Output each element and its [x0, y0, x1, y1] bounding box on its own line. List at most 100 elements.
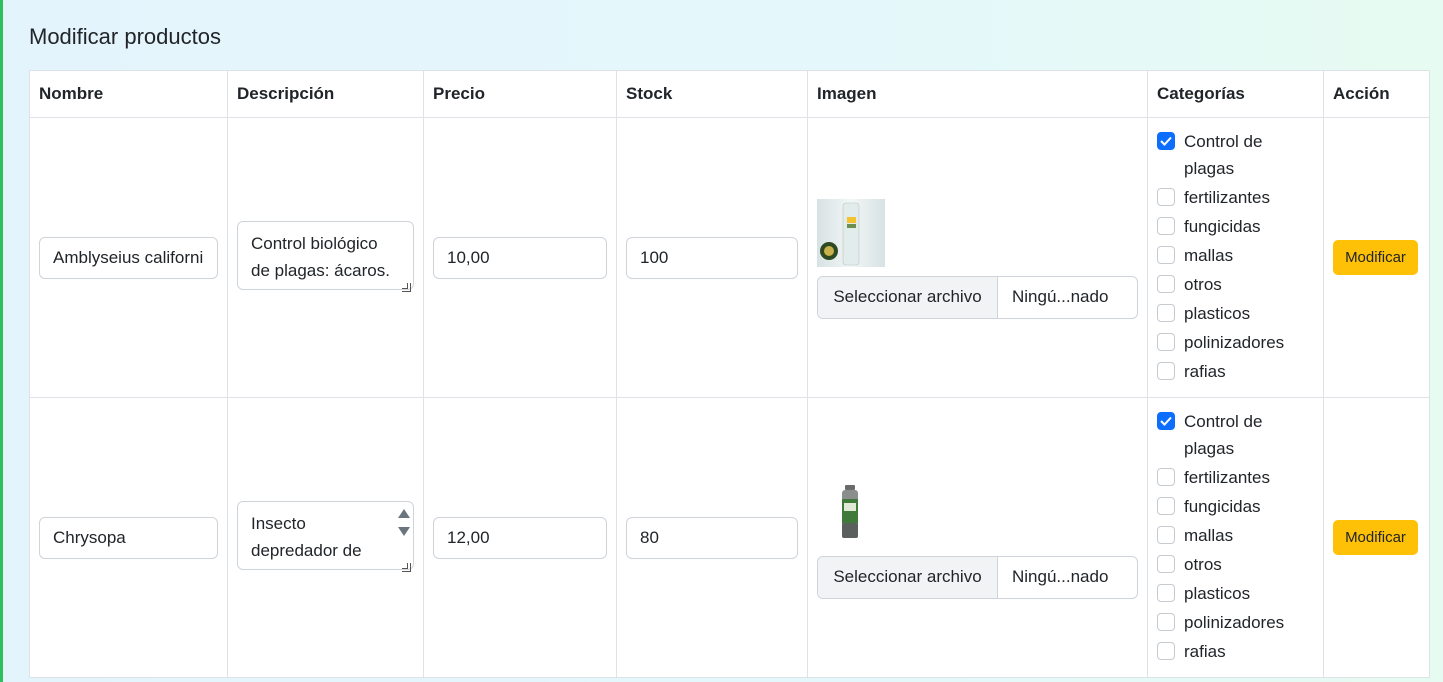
- category-label: polinizadores: [1184, 333, 1285, 352]
- textarea-scrollbar[interactable]: [397, 507, 411, 541]
- category-checkbox[interactable]: [1157, 584, 1175, 602]
- category-item[interactable]: Control de plagas: [1157, 128, 1314, 182]
- cell-descripcion: Insecto depredador de áfidos: [227, 397, 424, 678]
- cell-stock: [616, 117, 808, 398]
- category-checkbox[interactable]: [1157, 275, 1175, 293]
- category-checkbox[interactable]: [1157, 132, 1175, 150]
- category-label: mallas: [1184, 526, 1234, 545]
- category-label: mallas: [1184, 246, 1234, 265]
- cell-stock: [616, 397, 808, 678]
- category-list: Control de plagas fertilizantes fungicid…: [1157, 128, 1314, 385]
- category-item[interactable]: mallas: [1157, 522, 1314, 549]
- column-header-precio: Precio: [423, 70, 617, 118]
- resize-handle-icon[interactable]: [402, 282, 411, 292]
- category-item[interactable]: fertilizantes: [1157, 464, 1314, 491]
- modify-button[interactable]: Modificar: [1333, 520, 1418, 555]
- check-icon: [1160, 416, 1172, 426]
- precio-input[interactable]: [433, 516, 607, 559]
- category-item[interactable]: otros: [1157, 551, 1314, 578]
- category-label: otros: [1184, 555, 1222, 574]
- category-checkbox[interactable]: [1157, 217, 1175, 235]
- category-label: polinizadores: [1184, 613, 1285, 632]
- cell-accion: Modificar: [1323, 117, 1430, 398]
- cell-categorias: Control de plagas fertilizantes fungicid…: [1147, 117, 1324, 398]
- category-label: fungicidas: [1184, 217, 1261, 236]
- cell-precio: [423, 397, 617, 678]
- stock-input[interactable]: [626, 516, 798, 559]
- category-label: fertilizantes: [1184, 188, 1270, 207]
- category-checkbox[interactable]: [1157, 497, 1175, 515]
- category-item[interactable]: rafias: [1157, 638, 1314, 665]
- table-row: Insecto depredador de áfidos: [29, 397, 1430, 678]
- category-item[interactable]: Control de plagas: [1157, 408, 1314, 462]
- category-checkbox[interactable]: [1157, 468, 1175, 486]
- file-name-label: Ningú...nado: [1012, 287, 1109, 306]
- category-item[interactable]: polinizadores: [1157, 609, 1314, 636]
- category-label: plasticos: [1184, 584, 1251, 603]
- cell-descripcion: Control biológico de plagas: ácaros.: [227, 117, 424, 398]
- descripcion-textarea[interactable]: Control biológico de plagas: ácaros.: [237, 220, 414, 290]
- category-checkbox[interactable]: [1157, 188, 1175, 206]
- modify-button[interactable]: Modificar: [1333, 240, 1418, 275]
- category-item[interactable]: plasticos: [1157, 580, 1314, 607]
- product-bottle-image: [817, 198, 885, 267]
- category-checkbox[interactable]: [1157, 526, 1175, 544]
- category-item[interactable]: mallas: [1157, 242, 1314, 269]
- category-item[interactable]: fungicidas: [1157, 213, 1314, 240]
- category-checkbox[interactable]: [1157, 304, 1175, 322]
- scroll-up-icon[interactable]: [398, 508, 410, 518]
- category-list: Control de plagas fertilizantes fungicid…: [1157, 408, 1314, 665]
- table-header-row: Nombre Descripción Precio Stock Imagen C…: [29, 70, 1430, 118]
- descripcion-textarea[interactable]: Insecto depredador de áfidos: [237, 500, 414, 570]
- product-bottle-image: [817, 478, 885, 547]
- category-checkbox[interactable]: [1157, 412, 1175, 430]
- table-row: Control biológico de plagas: ácaros.: [29, 117, 1430, 398]
- cell-accion: Modificar: [1323, 397, 1430, 678]
- category-checkbox[interactable]: [1157, 333, 1175, 351]
- column-header-categorias: Categorías: [1147, 70, 1324, 118]
- products-table: Nombre Descripción Precio Stock Imagen C…: [29, 70, 1430, 678]
- descripcion-field: Control biológico de plagas: ácaros.: [237, 220, 414, 295]
- category-label: fungicidas: [1184, 497, 1261, 516]
- file-name-label: Ningú...nado: [1012, 567, 1109, 586]
- category-label: plasticos: [1184, 304, 1251, 323]
- category-checkbox[interactable]: [1157, 246, 1175, 264]
- cell-imagen: Seleccionar archivo Ningú...nado: [807, 117, 1148, 398]
- nombre-input[interactable]: [39, 516, 218, 559]
- category-item[interactable]: polinizadores: [1157, 329, 1314, 356]
- category-label: otros: [1184, 275, 1222, 294]
- column-header-stock: Stock: [616, 70, 808, 118]
- category-checkbox[interactable]: [1157, 613, 1175, 631]
- precio-input[interactable]: [433, 236, 607, 279]
- cell-categorias: Control de plagas fertilizantes fungicid…: [1147, 397, 1324, 678]
- category-checkbox[interactable]: [1157, 642, 1175, 660]
- select-file-button[interactable]: Seleccionar archivo: [818, 556, 998, 598]
- category-label: Control de plagas: [1184, 412, 1263, 458]
- category-label: Control de plagas: [1184, 132, 1263, 178]
- image-file-input[interactable]: Seleccionar archivo Ningú...nado: [817, 555, 1138, 599]
- category-label: rafias: [1184, 362, 1226, 381]
- select-file-button[interactable]: Seleccionar archivo: [818, 276, 998, 318]
- column-header-descripcion: Descripción: [227, 70, 424, 118]
- column-header-accion: Acción: [1323, 70, 1430, 118]
- category-item[interactable]: otros: [1157, 271, 1314, 298]
- scroll-down-icon[interactable]: [398, 526, 410, 536]
- cell-imagen: Seleccionar archivo Ningú...nado: [807, 397, 1148, 678]
- page-title: Modificar productos: [29, 24, 221, 49]
- category-label: fertilizantes: [1184, 468, 1270, 487]
- category-item[interactable]: plasticos: [1157, 300, 1314, 327]
- cell-nombre: [29, 397, 228, 678]
- resize-handle-icon[interactable]: [402, 562, 411, 572]
- category-label: rafias: [1184, 642, 1226, 661]
- stock-input[interactable]: [626, 236, 798, 279]
- category-checkbox[interactable]: [1157, 555, 1175, 573]
- image-file-input[interactable]: Seleccionar archivo Ningú...nado: [817, 275, 1138, 319]
- category-checkbox[interactable]: [1157, 362, 1175, 380]
- nombre-input[interactable]: [39, 236, 218, 279]
- column-header-imagen: Imagen: [807, 70, 1148, 118]
- cell-precio: [423, 117, 617, 398]
- category-item[interactable]: fertilizantes: [1157, 184, 1314, 211]
- column-header-nombre: Nombre: [29, 70, 228, 118]
- category-item[interactable]: rafias: [1157, 358, 1314, 385]
- category-item[interactable]: fungicidas: [1157, 493, 1314, 520]
